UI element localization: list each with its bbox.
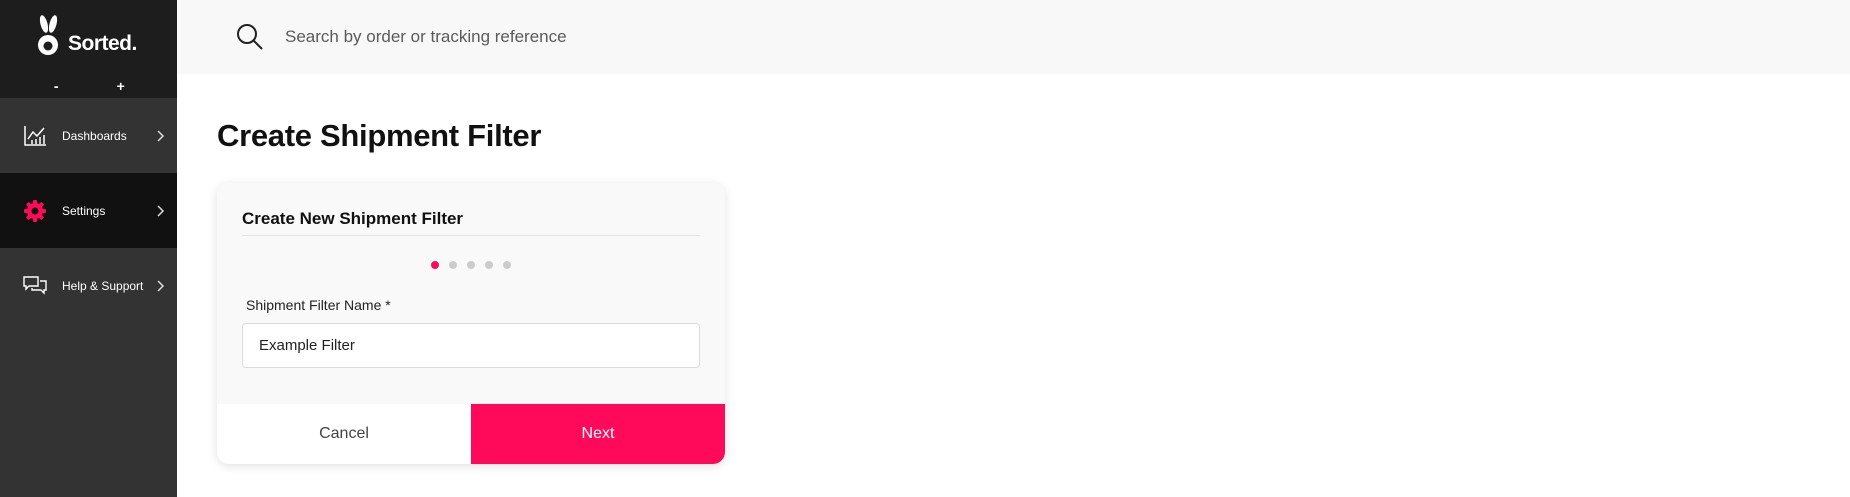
sidebar-item-label: Settings: [62, 203, 106, 218]
divider: [242, 235, 700, 236]
zoom-in-button[interactable]: +: [106, 78, 136, 94]
chevron-right-icon: [153, 129, 167, 143]
chevron-right-icon: [153, 204, 167, 218]
sidebar: Sorted. - + Dashboards Settings Help & S…: [0, 0, 177, 497]
step-indicator: [217, 261, 725, 269]
sidebar-item-settings[interactable]: Settings: [0, 173, 177, 248]
search-icon[interactable]: [235, 22, 265, 52]
step-dot-1[interactable]: [431, 261, 439, 269]
sidebar-item-help-support[interactable]: Help & Support: [0, 248, 177, 323]
brand-name: Sorted.: [68, 32, 137, 55]
zoom-controls: - +: [0, 74, 177, 98]
page-title: Create Shipment Filter: [217, 118, 542, 153]
zoom-out-button[interactable]: -: [41, 78, 71, 94]
filter-name-input[interactable]: [242, 323, 700, 368]
top-bar: [177, 0, 1850, 74]
sidebar-item-label: Help & Support: [62, 278, 144, 293]
filter-name-label: Shipment Filter Name *: [246, 297, 391, 313]
chat-icon: [22, 273, 48, 299]
gear-icon: [22, 198, 48, 224]
sorted-logo-icon: [34, 12, 64, 62]
form-actions: Cancel Next: [217, 404, 725, 464]
sidebar-item-dashboards[interactable]: Dashboards: [0, 98, 177, 173]
logo[interactable]: Sorted.: [0, 0, 177, 74]
chevron-right-icon: [153, 279, 167, 293]
cancel-button[interactable]: Cancel: [217, 404, 471, 464]
sidebar-item-label: Dashboards: [62, 128, 127, 143]
next-button[interactable]: Next: [471, 404, 725, 464]
card-title: Create New Shipment Filter: [242, 209, 464, 228]
step-dot-2[interactable]: [449, 261, 457, 269]
step-dot-3[interactable]: [467, 261, 475, 269]
search-input[interactable]: [285, 27, 885, 47]
step-dot-5[interactable]: [503, 261, 511, 269]
chart-icon: [22, 123, 48, 149]
step-dot-4[interactable]: [485, 261, 493, 269]
create-filter-card: Create New Shipment Filter Shipment Filt…: [217, 183, 725, 464]
